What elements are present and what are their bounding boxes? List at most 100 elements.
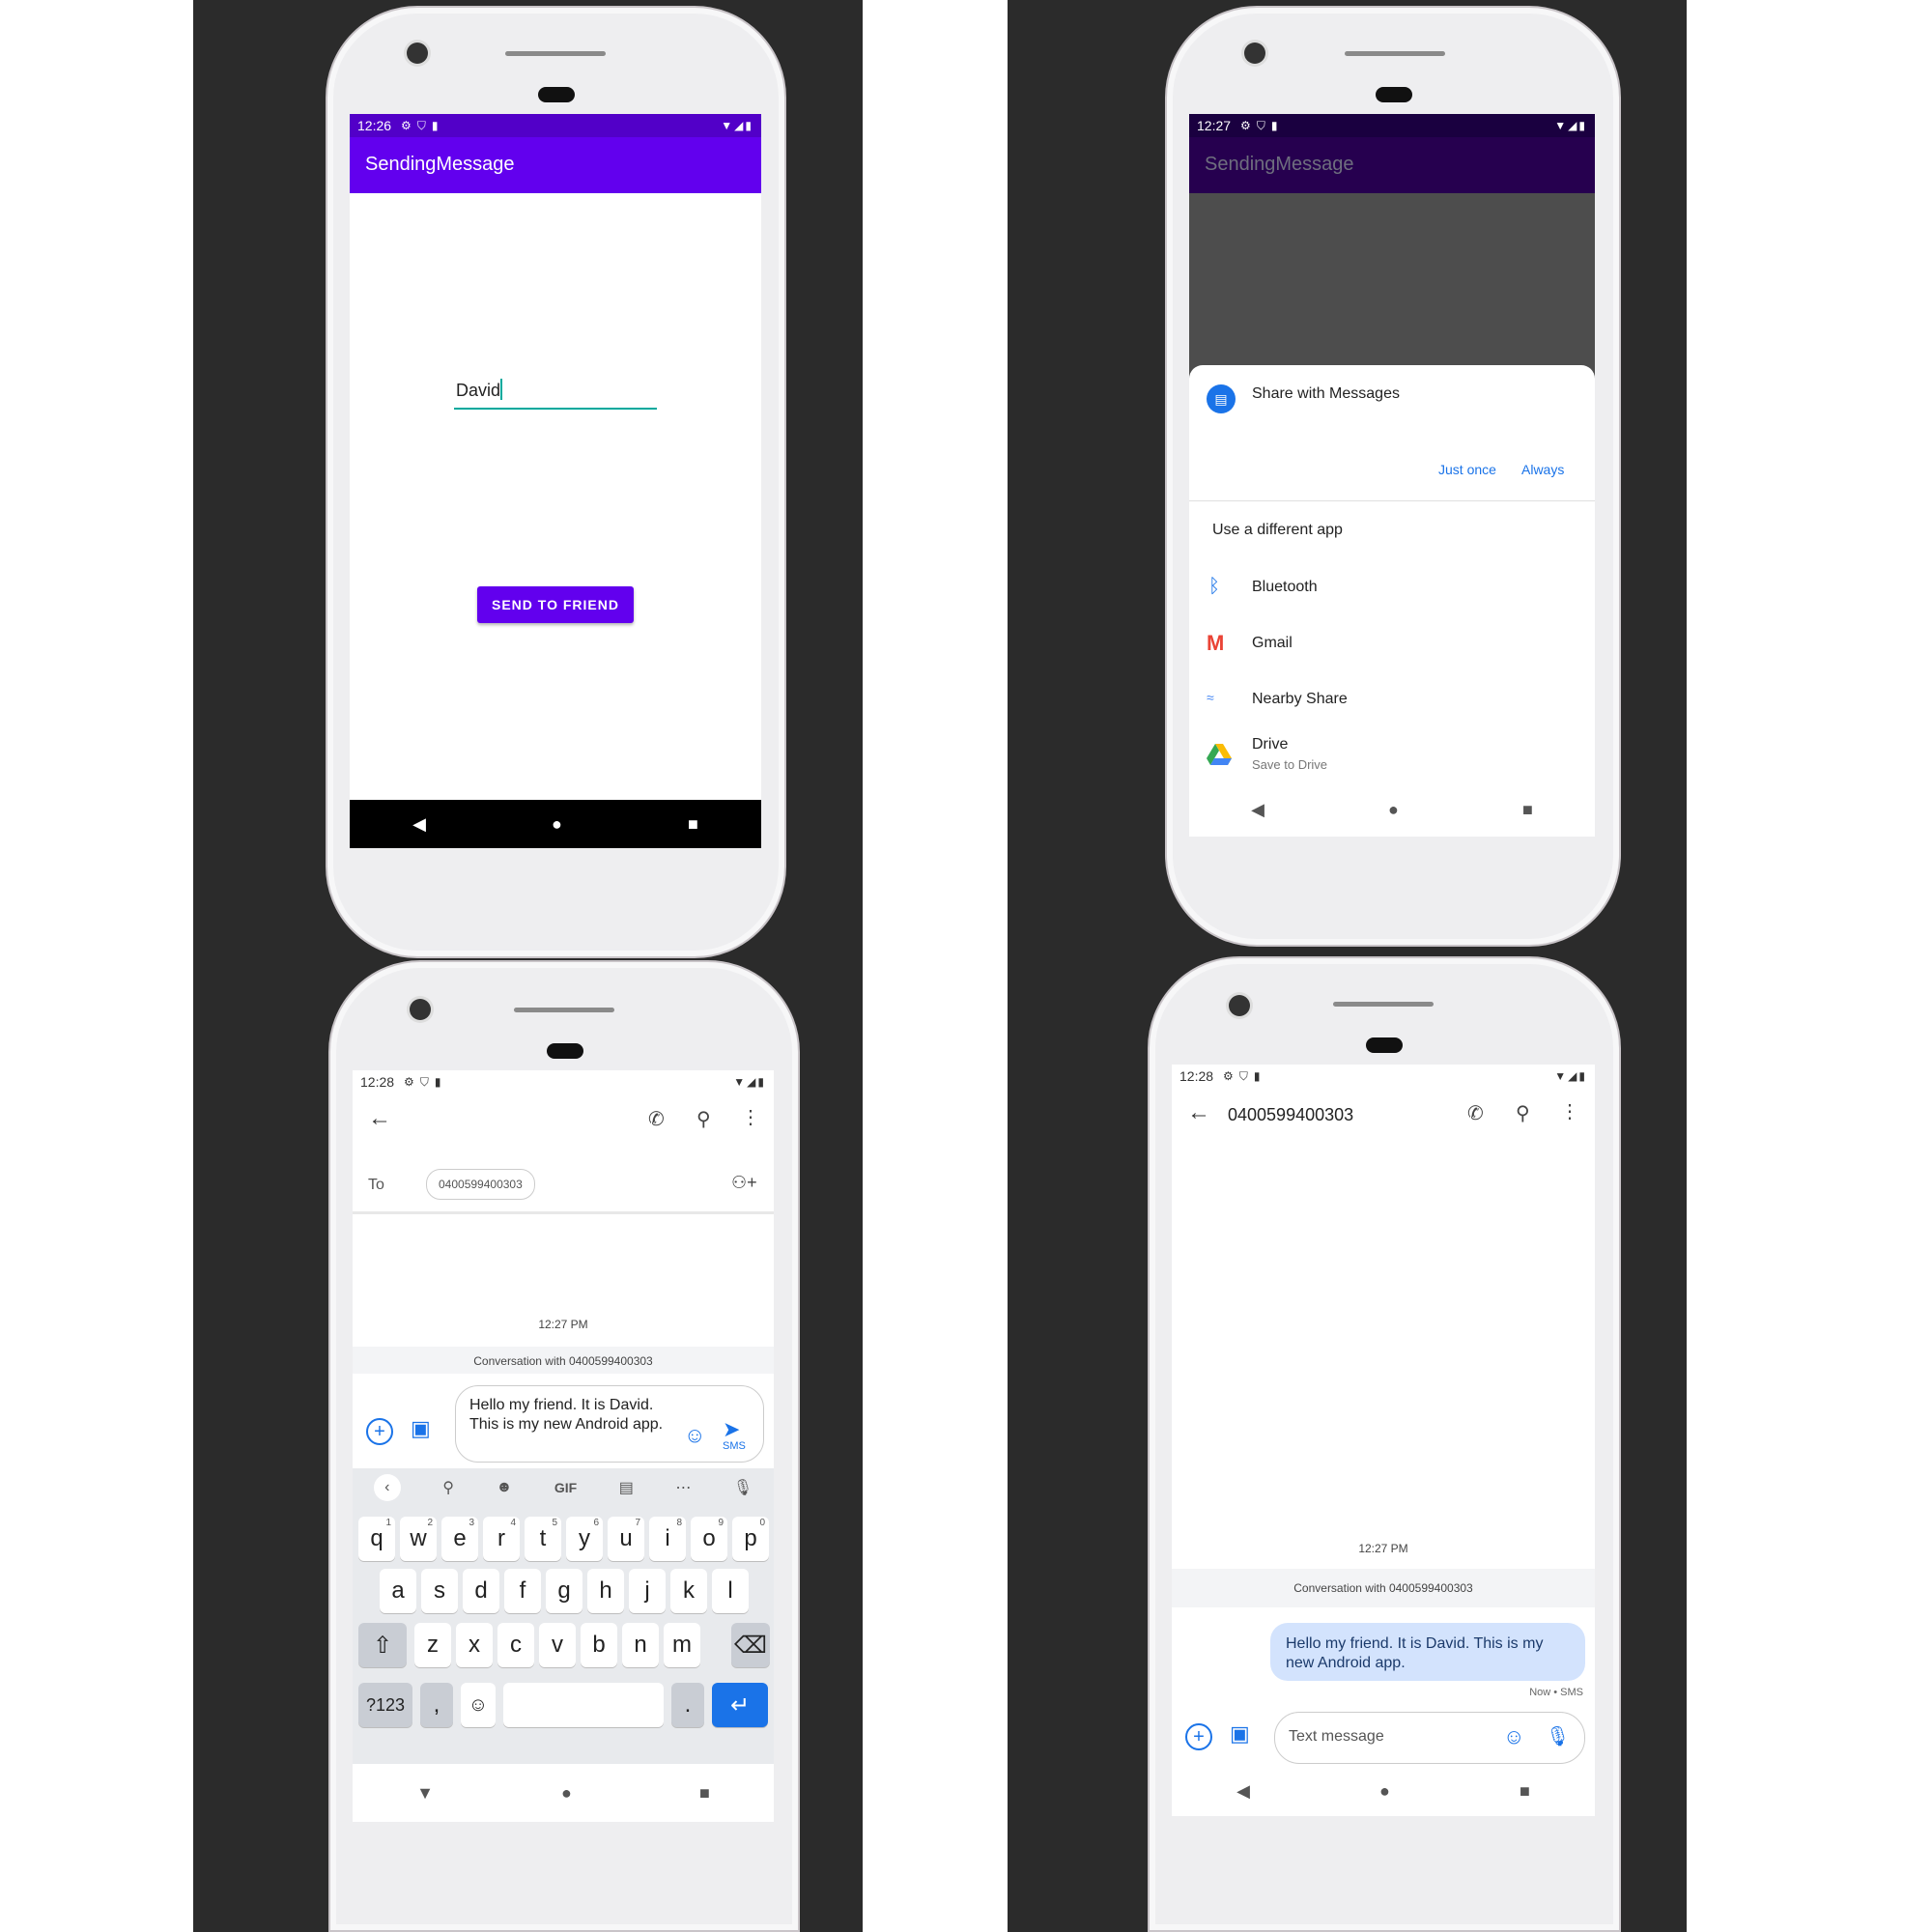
settings-icon: ⚙ (1240, 119, 1251, 132)
emoji-key[interactable]: ☺ (461, 1683, 496, 1727)
search-icon[interactable]: ⚲ (442, 1478, 454, 1497)
key-n[interactable]: n (622, 1623, 659, 1667)
text-message-input[interactable]: Text message ☺ 🎙 (1274, 1712, 1585, 1764)
send-icon[interactable]: ➤ (723, 1417, 740, 1442)
key-label: u (619, 1525, 633, 1551)
more-icon[interactable]: ⋯ (675, 1478, 691, 1497)
sticker-icon[interactable]: ☻ (497, 1479, 513, 1496)
recents-icon[interactable]: ■ (1520, 1781, 1530, 1802)
phone-call-icon[interactable]: ✆ (648, 1107, 665, 1131)
back-arrow-icon[interactable]: ← (1187, 1099, 1210, 1126)
microphone-icon[interactable]: 🎙 (1546, 1724, 1570, 1748)
microphone-icon[interactable]: 🎙 (733, 1478, 753, 1497)
key-k[interactable]: k (670, 1569, 707, 1613)
gallery-icon[interactable]: ▣ (1230, 1721, 1250, 1747)
home-icon[interactable]: ● (1388, 800, 1399, 820)
clipboard-icon[interactable]: ▤ (619, 1478, 634, 1497)
more-options-icon[interactable]: ⋮ (741, 1105, 760, 1129)
app-option-bluetooth[interactable]: ᛒ Bluetooth (1189, 566, 1595, 609)
key-number-hint: 3 (469, 1518, 474, 1528)
key-c[interactable]: c (497, 1623, 534, 1667)
recipient-chip[interactable]: 0400599400303 (426, 1169, 535, 1200)
name-input[interactable]: David (454, 373, 657, 410)
key-label: g (557, 1577, 571, 1604)
key-f[interactable]: f (504, 1569, 541, 1613)
key-m[interactable]: m (664, 1623, 700, 1667)
key-label: e (453, 1525, 467, 1551)
always-button[interactable]: Always (1521, 462, 1564, 477)
key-label: x (469, 1632, 480, 1658)
key-g[interactable]: g (546, 1569, 582, 1613)
just-once-button[interactable]: Just once (1438, 462, 1496, 477)
key-y[interactable]: y6 (566, 1517, 603, 1561)
settings-icon: ⚙ (404, 1075, 414, 1089)
sd-card-icon: ▮ (1270, 119, 1278, 132)
back-icon[interactable]: ◀ (412, 814, 426, 835)
key-p[interactable]: p0 (732, 1517, 769, 1561)
status-time: 12:28 (1179, 1068, 1214, 1084)
keyboard-toolbar: ‹ ⚲ ☻ GIF ▤ ⋯ 🎙 (353, 1468, 774, 1507)
send-to-friend-button[interactable]: SEND TO FRIEND (477, 586, 634, 623)
key-h[interactable]: h (587, 1569, 624, 1613)
key-v[interactable]: v (539, 1623, 576, 1667)
app-option-label: Drive (1252, 736, 1289, 753)
app-option-gmail[interactable]: M Gmail (1189, 622, 1595, 665)
key-i[interactable]: i8 (649, 1517, 686, 1561)
add-attachment-icon[interactable]: + (1185, 1723, 1212, 1750)
compose-input[interactable]: Hello my friend. It is David. This is my… (455, 1385, 764, 1463)
settings-icon: ⚙ (401, 119, 412, 132)
key-b[interactable]: b (581, 1623, 617, 1667)
backspace-key[interactable]: ⌫ (731, 1623, 770, 1667)
recents-icon[interactable]: ■ (1522, 800, 1533, 820)
period-key[interactable]: . (671, 1683, 704, 1727)
symbols-key[interactable]: ?123 (358, 1683, 412, 1727)
enter-key[interactable]: ↵ (712, 1683, 768, 1727)
key-z[interactable]: z (414, 1623, 451, 1667)
home-icon[interactable]: ● (552, 814, 562, 835)
gif-button[interactable]: GIF (554, 1480, 577, 1495)
key-j[interactable]: j (629, 1569, 666, 1613)
key-q[interactable]: q1 (358, 1517, 395, 1561)
app-option-nearby-share[interactable]: ≈ Nearby Share (1189, 678, 1595, 721)
sent-message-bubble[interactable]: Hello my friend. It is David. This is my… (1270, 1623, 1585, 1681)
hide-keyboard-icon[interactable]: ▼ (416, 1783, 434, 1804)
screen-4: 12:28 ⚙ ⛉ ▮ ▼◢▮ ← 0400599400303 ✆ ⚲ ⋮ 12… (1172, 1065, 1595, 1816)
space-key[interactable] (503, 1683, 664, 1727)
key-l[interactable]: l (712, 1569, 749, 1613)
status-bar: 12:26 ⚙ ⛉ ▮ ▼◢▮ (350, 114, 761, 137)
key-e[interactable]: e3 (441, 1517, 478, 1561)
more-options-icon[interactable]: ⋮ (1560, 1099, 1579, 1123)
conversation-label: Conversation with 0400599400303 (473, 1354, 653, 1368)
use-different-app-label: Use a different app (1212, 522, 1343, 538)
comma-key[interactable]: , (420, 1683, 453, 1727)
back-arrow-icon[interactable]: ← (368, 1105, 391, 1132)
search-icon[interactable]: ⚲ (696, 1107, 711, 1131)
key-w[interactable]: w2 (400, 1517, 437, 1561)
key-x[interactable]: x (456, 1623, 493, 1667)
add-contact-icon[interactable]: ⚇+ (731, 1173, 757, 1193)
app-option-drive[interactable]: Drive Save to Drive (1189, 728, 1595, 779)
key-d[interactable]: d (463, 1569, 499, 1613)
add-attachment-icon[interactable]: + (366, 1418, 393, 1445)
key-a[interactable]: a (380, 1569, 416, 1613)
key-t[interactable]: t5 (525, 1517, 561, 1561)
home-icon[interactable]: ● (561, 1783, 572, 1804)
search-icon[interactable]: ⚲ (1516, 1101, 1530, 1125)
phone-call-icon[interactable]: ✆ (1467, 1101, 1484, 1125)
key-r[interactable]: r4 (483, 1517, 520, 1561)
key-s[interactable]: s (421, 1569, 458, 1613)
gallery-icon[interactable]: ▣ (411, 1416, 431, 1441)
key-label: d (474, 1577, 488, 1604)
recents-icon[interactable]: ■ (699, 1783, 710, 1804)
recents-icon[interactable]: ■ (688, 814, 698, 835)
chevron-left-icon[interactable]: ‹ (373, 1474, 401, 1501)
home-icon[interactable]: ● (1379, 1781, 1390, 1802)
key-o[interactable]: o9 (691, 1517, 727, 1561)
emoji-icon[interactable]: ☺ (1503, 1724, 1524, 1749)
back-icon[interactable]: ◀ (1251, 800, 1264, 820)
back-icon[interactable]: ◀ (1236, 1781, 1250, 1802)
key-label: s (434, 1577, 445, 1604)
emoji-icon[interactable]: ☺ (684, 1423, 705, 1448)
key-u[interactable]: u7 (608, 1517, 644, 1561)
shift-key[interactable]: ⇧ (358, 1623, 407, 1667)
